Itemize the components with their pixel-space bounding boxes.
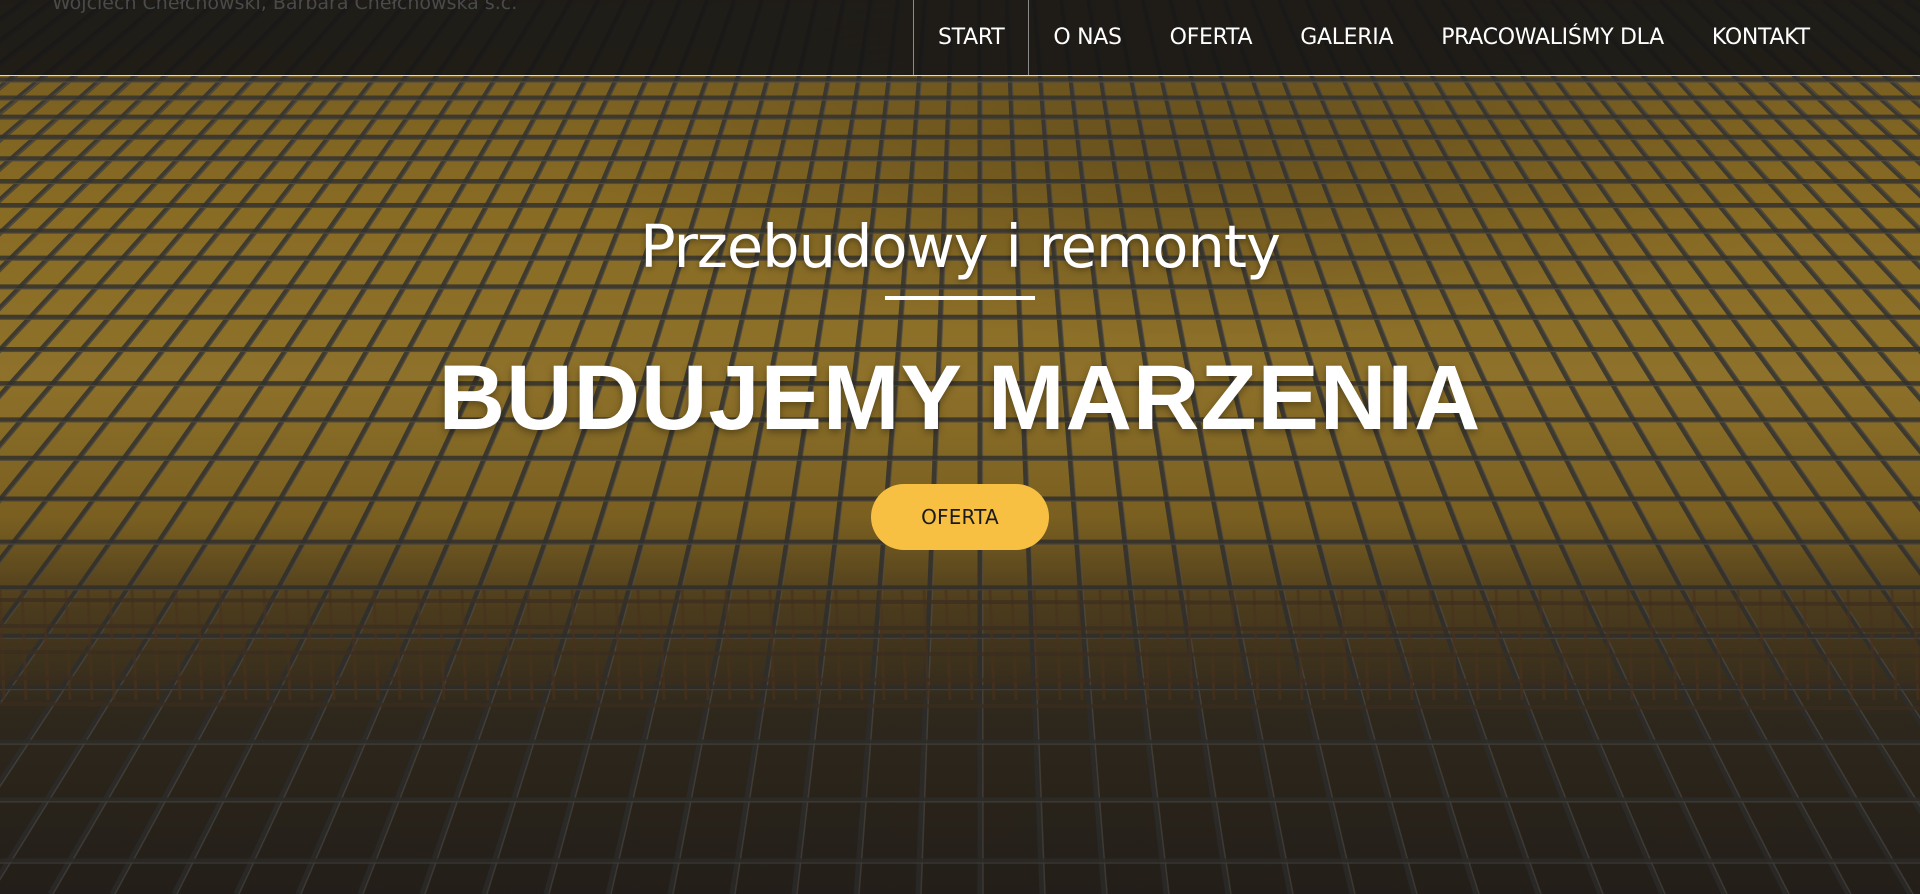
subtitle-underline-divider [885, 296, 1035, 300]
top-navigation-bar: Wojciech Chełchowski, Barbara Chełchowsk… [0, 0, 1920, 76]
hero-section: Przebudowy i remonty BUDUJEMY MARZENIA O… [0, 0, 1920, 894]
oferta-cta-button[interactable]: OFERTA [871, 484, 1049, 550]
nav-item-oferta[interactable]: OFERTA [1146, 0, 1277, 75]
nav-item-start[interactable]: START [913, 0, 1030, 75]
nav-item-galeria[interactable]: GALERIA [1276, 0, 1417, 75]
nav-item-kontakt[interactable]: KONTAKT [1688, 0, 1834, 75]
hero-subtitle: Przebudowy i remonty [640, 212, 1281, 281]
hero-headline: BUDUJEMY MARZENIA [438, 347, 1482, 449]
nav-item-o-nas[interactable]: O NAS [1029, 0, 1145, 75]
nav-item-pracowalismy-dla[interactable]: PRACOWALIŚMY DLA [1417, 0, 1688, 75]
main-menu: START O NAS OFERTA GALERIA PRACOWALIŚMY … [913, 0, 1834, 75]
company-name: Wojciech Chełchowski, Barbara Chełchowsk… [52, 0, 518, 14]
page: Wojciech Chełchowski, Barbara Chełchowsk… [0, 0, 1920, 894]
